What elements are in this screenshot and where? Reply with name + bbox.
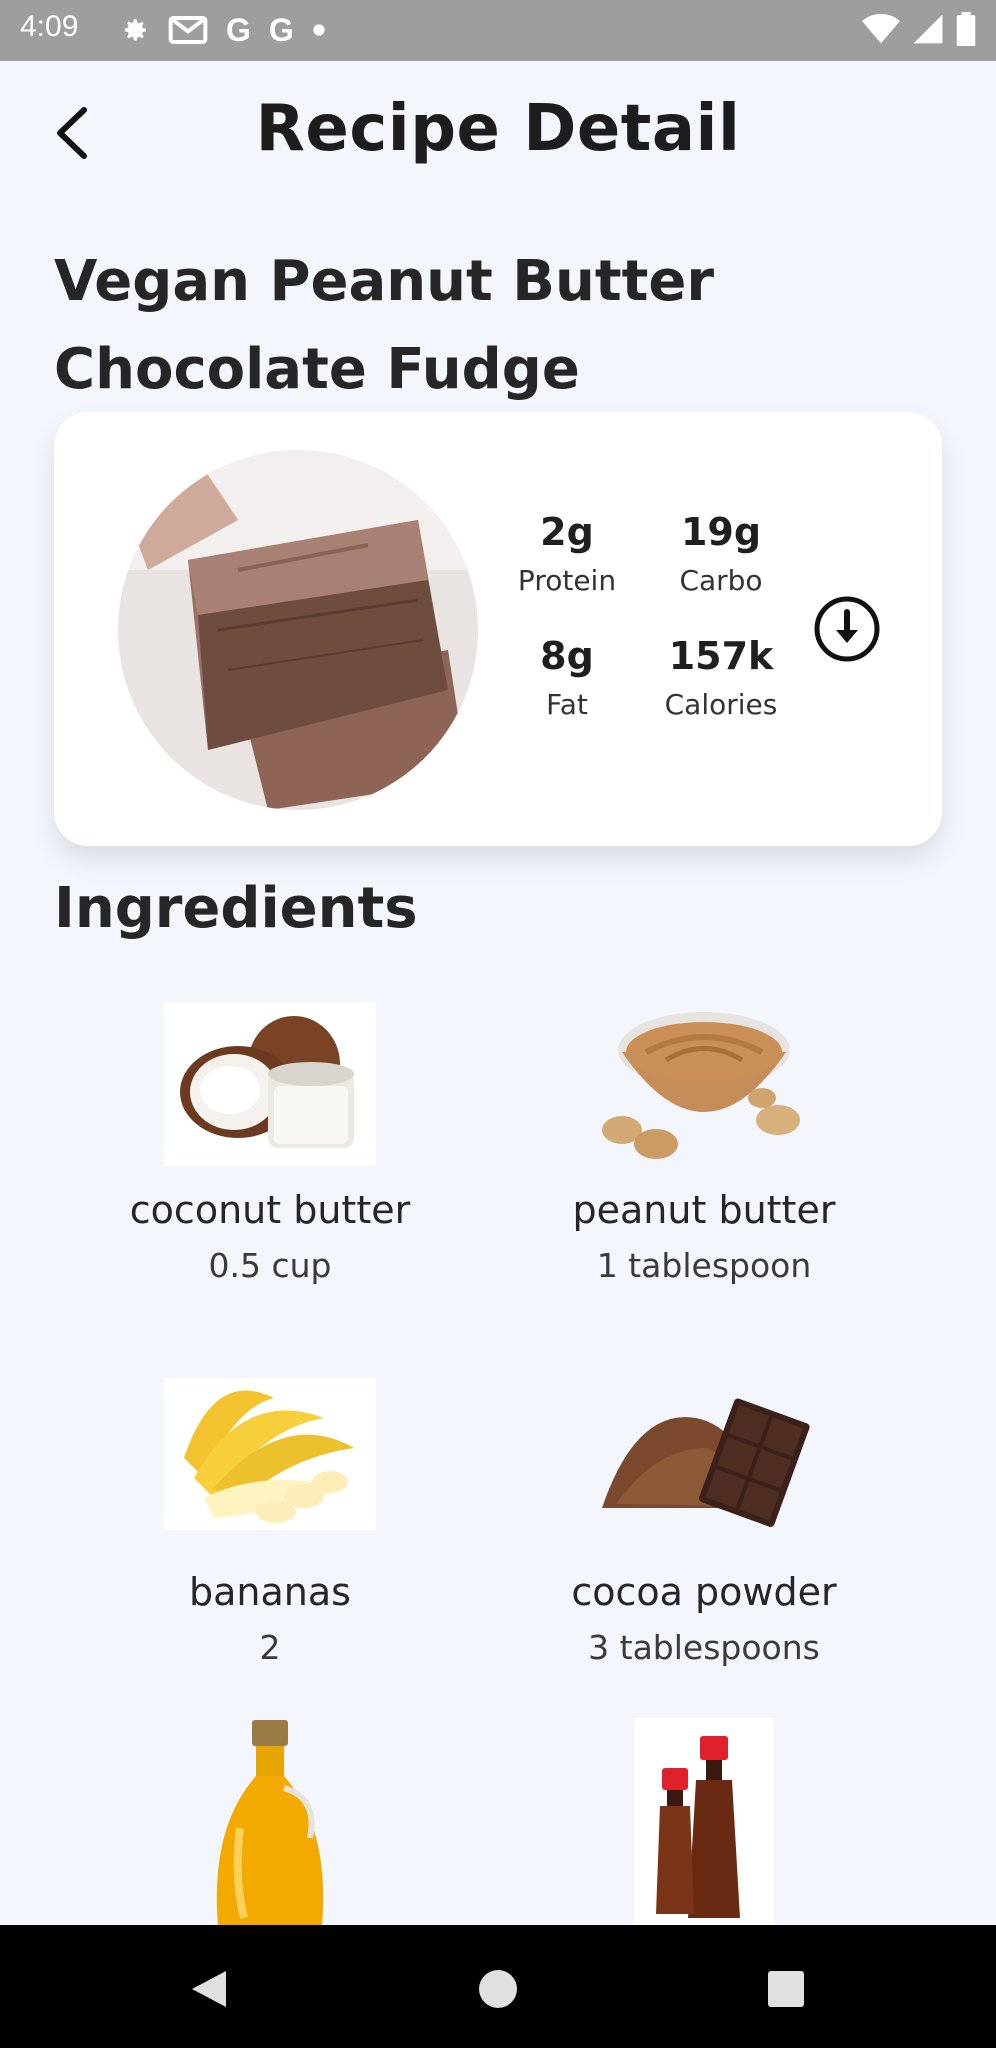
notification-icons: G G: [118, 12, 326, 48]
ingredient-name: peanut butter: [572, 1188, 836, 1232]
gear-icon: [124, 19, 146, 41]
nutrition-card: 2g Protein 19g Carbo 8g Fat 157k Calorie…: [54, 412, 942, 846]
ingredient-item[interactable]: cocoa powder 3 tablespoons: [494, 1378, 914, 1667]
nutrition-carbo: 19g Carbo: [646, 510, 796, 597]
system-icons: [862, 12, 976, 46]
nutrition-calories: 157k Calories: [646, 634, 796, 721]
ingredient-amount: 1 tablespoon: [596, 1246, 812, 1285]
coconut-butter-image: [164, 1002, 376, 1166]
gmail-icon: [168, 16, 208, 44]
fat-label: Fat: [546, 688, 588, 721]
ingredient-amount: 2: [259, 1628, 281, 1667]
download-icon[interactable]: [812, 594, 882, 664]
nav-back-icon[interactable]: [186, 1967, 230, 2011]
google-icon: G: [226, 12, 251, 48]
nav-recents-icon[interactable]: [764, 1967, 808, 2011]
ingredient-item[interactable]: [494, 1718, 914, 1925]
ingredients-title: Ingredients: [54, 876, 418, 941]
protein-value: 2g: [540, 510, 594, 554]
calories-label: Calories: [664, 688, 778, 721]
wifi-icon: [862, 13, 900, 44]
status-bar: 4:09 G G: [0, 0, 996, 61]
maple-syrup-image: [200, 1718, 340, 1925]
ingredient-item[interactable]: peanut butter 1 tablespoon: [494, 1002, 914, 1285]
battery-icon: [956, 12, 976, 46]
google-icon: G: [268, 12, 294, 48]
protein-label: Protein: [517, 564, 617, 597]
ingredient-name: cocoa powder: [571, 1570, 837, 1614]
cocoa-powder-image: [596, 1378, 812, 1530]
navigation-bar: [0, 1925, 996, 2048]
carbo-value: 19g: [680, 510, 762, 554]
bananas-image: [164, 1378, 376, 1530]
calories-value: 157k: [668, 634, 774, 678]
nutrition-protein: 2g Protein: [492, 510, 642, 597]
ingredient-name: coconut butter: [129, 1188, 411, 1232]
nav-home-icon[interactable]: [476, 1967, 520, 2011]
dot-icon: [313, 24, 325, 36]
peanut-butter-image: [596, 1002, 812, 1166]
nutrition-fat: 8g Fat: [492, 634, 642, 721]
page-title: Recipe Detail: [255, 92, 741, 166]
status-time: 4:09: [20, 10, 79, 43]
carbo-label: Carbo: [679, 564, 763, 597]
ingredient-amount: 3 tablespoons: [588, 1628, 820, 1667]
ingredient-item[interactable]: coconut butter 0.5 cup: [60, 1002, 480, 1285]
fat-value: 8g: [540, 634, 594, 678]
vanilla-extract-image: [634, 1718, 774, 1925]
signal-icon: [913, 14, 943, 44]
ingredient-amount: 0.5 cup: [208, 1246, 332, 1285]
recipe-title: Vegan Peanut Butter Chocolate Fudge: [54, 249, 714, 402]
recipe-photo: [118, 450, 478, 810]
ingredient-item[interactable]: [60, 1718, 480, 1925]
ingredient-item[interactable]: bananas 2: [60, 1378, 480, 1667]
ingredient-name: bananas: [189, 1570, 351, 1614]
